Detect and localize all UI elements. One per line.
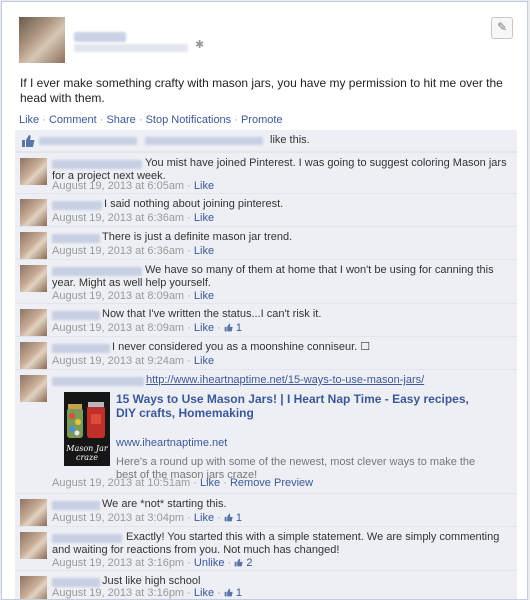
link-preview-url[interactable]: www.iheartnaptime.net (116, 437, 227, 449)
post-actions: Like · Comment · Share · Stop Notificati… (19, 114, 283, 126)
commenter-avatar[interactable] (20, 576, 47, 599)
liker-name-redacted[interactable] (145, 137, 263, 145)
likes-text: like this. (270, 134, 310, 146)
comment-meta: August 19, 2013 at 8:09am · Like · 1 (52, 322, 243, 334)
comment-meta: August 19, 2013 at 6:36am · Like (52, 212, 215, 224)
comment-like-count[interactable]: 1 (236, 322, 242, 334)
comment-timestamp[interactable]: August 19, 2013 at 3:16pm (52, 587, 184, 599)
comment-like-link[interactable]: Like (194, 512, 214, 524)
comment-like-count[interactable]: 1 (236, 587, 242, 599)
comment-text: You mist have joined Pinterest. I was go… (52, 157, 507, 182)
commenter-avatar[interactable] (20, 158, 47, 185)
comment-meta: August 19, 2013 at 6:36am · Like (52, 245, 215, 257)
comment-timestamp[interactable]: August 19, 2013 at 10:51am (52, 477, 190, 489)
comment-text: Just like high school (102, 575, 201, 587)
commenter-avatar[interactable] (20, 375, 47, 402)
comment-like-link[interactable]: Like (200, 477, 220, 489)
comment-item: There is just a definite mason jar trend… (15, 226, 517, 259)
comment-like-link[interactable]: Like (194, 355, 214, 367)
author-name-redacted[interactable] (74, 32, 126, 42)
like-link[interactable]: Like (19, 114, 39, 126)
comment-text: I said nothing about joining pinterest. (104, 198, 284, 210)
comment-meta: August 19, 2013 at 9:24am · Like (52, 355, 215, 367)
share-link[interactable]: Share (106, 114, 135, 126)
comment-item: We are *not* starting this. August 19, 2… (15, 493, 517, 526)
comment-like-link[interactable]: Like (194, 245, 214, 257)
comment-timestamp[interactable]: August 19, 2013 at 6:36am (52, 212, 184, 224)
comment-timestamp[interactable]: August 19, 2013 at 3:04pm (52, 512, 184, 524)
shared-link[interactable]: http://www.iheartnaptime.net/15-ways-to-… (146, 374, 424, 386)
commenter-avatar[interactable] (20, 499, 47, 526)
post-header: ✱ ✎ (2, 2, 527, 66)
comment-text: Exactly! You started this with a simple … (52, 531, 500, 556)
gear-icon[interactable]: ✱ (195, 40, 204, 51)
pencil-icon: ✎ (496, 20, 508, 34)
comment-like-link[interactable]: Like (194, 180, 214, 192)
comment-timestamp[interactable]: August 19, 2013 at 8:09am (52, 290, 184, 302)
comment-unlike-link[interactable]: Unlike (194, 557, 225, 569)
comment-timestamp[interactable]: August 19, 2013 at 9:24am (52, 355, 184, 367)
commenter-avatar[interactable] (20, 232, 47, 259)
comment-item: Just like high school August 19, 2013 at… (15, 570, 517, 599)
comment-text: There is just a definite mason jar trend… (102, 231, 293, 243)
liker-name-redacted[interactable] (39, 137, 137, 145)
comment-item: You mist have joined Pinterest. I was go… (15, 152, 517, 193)
status-text: If I ever make something crafty with mas… (20, 76, 503, 105)
remove-preview-link[interactable]: Remove Preview (230, 477, 313, 489)
comment-meta: August 19, 2013 at 3:16pm · Unlike · 2 (52, 557, 253, 569)
commenter-avatar[interactable] (20, 309, 47, 336)
comment-meta: August 19, 2013 at 3:04pm · Like · 1 (52, 512, 243, 524)
thumbs-up-icon (224, 513, 233, 522)
comment-meta: August 19, 2013 at 8:09am · Like (52, 290, 215, 302)
edit-post-button[interactable]: ✎ (491, 17, 513, 39)
link-preview-title[interactable]: 15 Ways to Use Mason Jars! | I Heart Nap… (116, 392, 476, 420)
post-card: ✱ ✎ If I ever make something crafty with… (1, 1, 528, 600)
comment-text: Now that I've written the status...I can… (102, 308, 322, 320)
comment-like-count[interactable]: 1 (236, 512, 242, 524)
thumbs-up-icon (224, 588, 233, 597)
commenter-avatar[interactable] (20, 199, 47, 226)
commenter-avatar[interactable] (20, 532, 47, 559)
thumbs-up-icon (224, 323, 233, 332)
comment-meta: August 19, 2013 at 3:16pm · Like · 1 (52, 587, 243, 599)
comment-item: I said nothing about joining pinterest. … (15, 193, 517, 226)
comment-like-link[interactable]: Like (194, 322, 214, 334)
comment-item: Exactly! You started this with a simple … (15, 526, 517, 570)
commenter-avatar[interactable] (20, 265, 47, 292)
link-preview-image-caption: Mason Jar craze (66, 444, 108, 462)
comments-panel: like this. You mist have joined Pinteres… (15, 130, 517, 599)
comment-meta: August 19, 2013 at 10:51am · Like · Remo… (52, 477, 314, 489)
comment-meta: August 19, 2013 at 6:05am · Like (52, 180, 215, 192)
post-meta-redacted (74, 44, 188, 52)
comment-timestamp[interactable]: August 19, 2013 at 3:16pm (52, 557, 184, 569)
comment-text: I never considered you as a moonshine co… (112, 341, 371, 353)
thumbs-up-icon (234, 558, 243, 567)
comment-timestamp[interactable]: August 19, 2013 at 8:09am (52, 322, 184, 334)
comment-timestamp[interactable]: August 19, 2013 at 6:36am (52, 245, 184, 257)
comment-item: We have so many of them at home that I w… (15, 259, 517, 303)
author-avatar[interactable] (19, 17, 65, 63)
link-preview-image[interactable]: Mason Jar craze (64, 392, 110, 466)
thumbs-up-icon (22, 135, 35, 147)
comment-like-count[interactable]: 2 (246, 557, 252, 569)
stop-notifications-link[interactable]: Stop Notifications (146, 114, 232, 126)
likes-summary: like this. (15, 130, 517, 152)
comment-item: I never considered you as a moonshine co… (15, 336, 517, 369)
commenter-avatar[interactable] (20, 342, 47, 369)
comment-text: We have so many of them at home that I w… (52, 264, 494, 289)
comment-like-link[interactable]: Like (194, 212, 214, 224)
comment-link[interactable]: Comment (49, 114, 97, 126)
comment-item: http://www.iheartnaptime.net/15-ways-to-… (15, 369, 517, 493)
comment-text: We are *not* starting this. (102, 498, 227, 510)
comment-timestamp[interactable]: August 19, 2013 at 6:05am (52, 180, 184, 192)
comment-item: Now that I've written the status...I can… (15, 303, 517, 336)
promote-link[interactable]: Promote (241, 114, 283, 126)
comment-like-link[interactable]: Like (194, 587, 214, 599)
comment-like-link[interactable]: Like (194, 290, 214, 302)
